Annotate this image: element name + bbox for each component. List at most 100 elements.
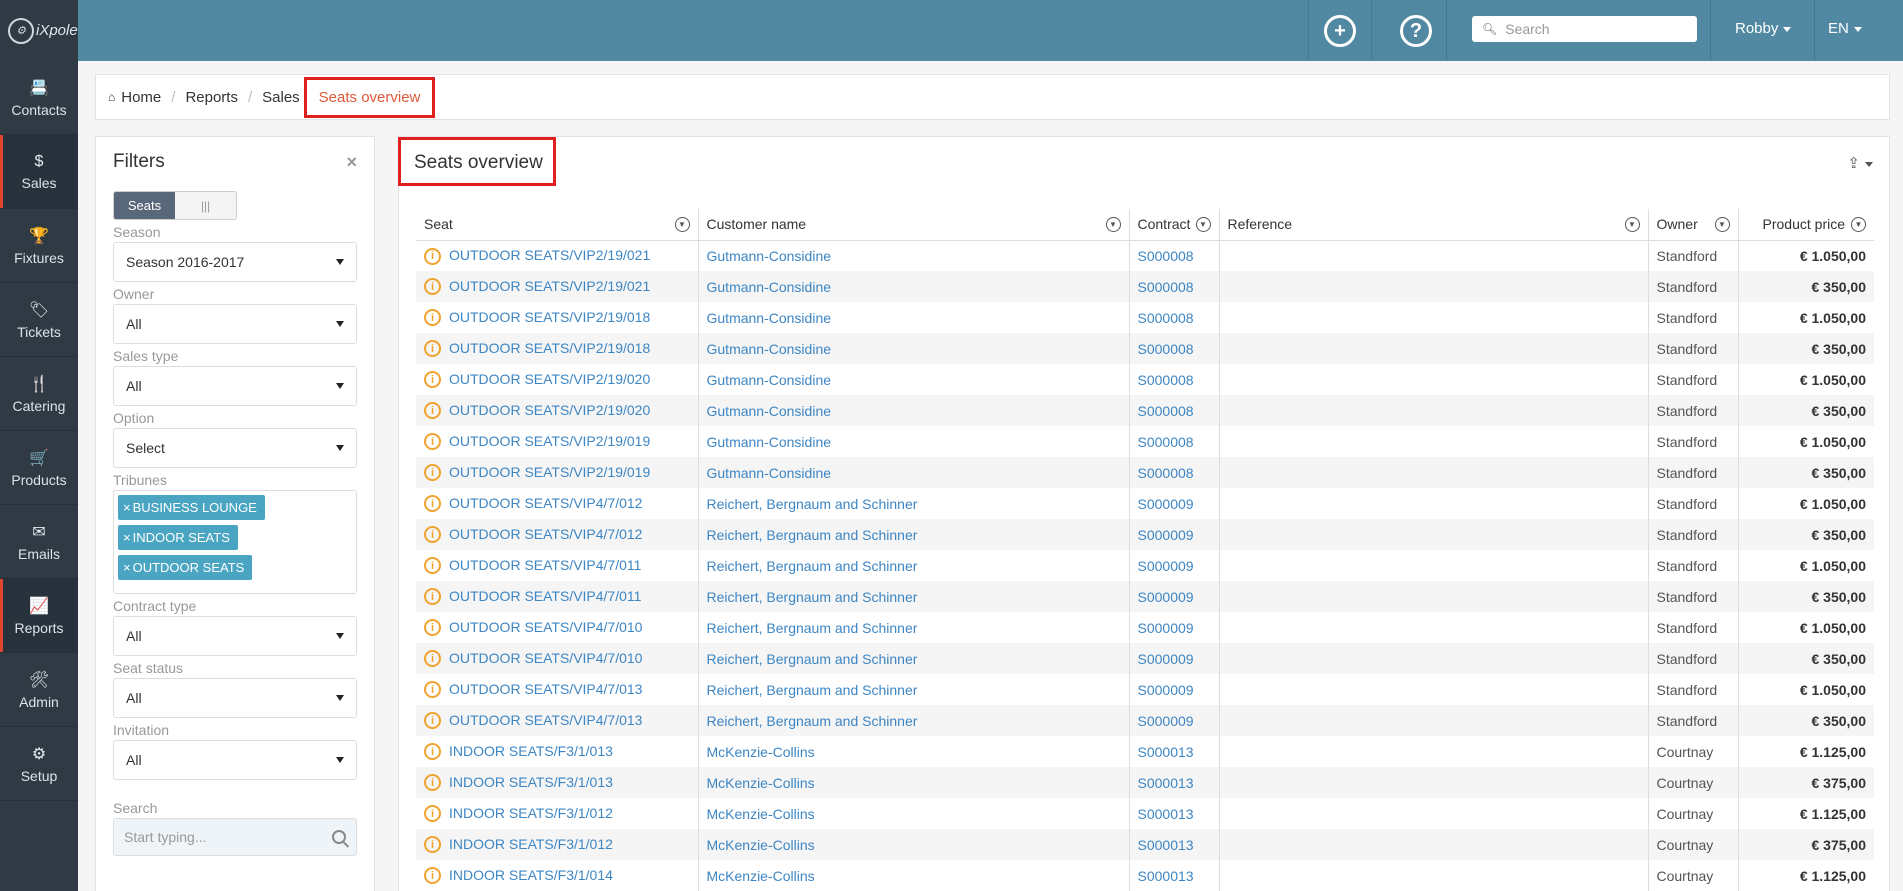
filter-icon[interactable]: ▼ [1624,216,1640,232]
seat-link[interactable]: INDOOR SEATS/F3/1/013 [449,743,613,759]
contract-link[interactable]: S000013 [1138,868,1194,884]
info-icon[interactable]: i [424,495,441,513]
contract-link[interactable]: S000009 [1138,589,1194,605]
contract-link[interactable]: S000013 [1138,806,1194,822]
info-icon[interactable]: i [424,557,441,575]
sidebar-item-emails[interactable]: ✉ Emails [0,505,78,579]
customer-link[interactable]: Reichert, Bergnaum and Schinner [707,527,918,543]
seat-link[interactable]: OUTDOOR SEATS/VIP2/19/018 [449,340,650,356]
contract-link[interactable]: S000008 [1138,403,1194,419]
contract-link[interactable]: S000008 [1138,279,1194,295]
customer-link[interactable]: McKenzie-Collins [707,744,815,760]
table-row[interactable]: i OUTDOOR SEATS/VIP2/19/019 Gutmann-Consid… [416,457,1874,488]
info-icon[interactable]: i [424,836,441,854]
info-icon[interactable]: i [424,650,441,668]
table-row[interactable]: i INDOOR SEATS/F3/1/013 McKenzie-Collins S0… [416,767,1874,798]
export-menu[interactable]: ⇪ [1847,154,1873,172]
filter-search-input[interactable] [124,829,324,845]
breadcrumb-reports[interactable]: Reports [185,89,238,106]
sidebar-item-tickets[interactable]: 🏷 Tickets [0,283,78,357]
table-row[interactable]: i INDOOR SEATS/F3/1/013 McKenzie-Collins S0… [416,736,1874,767]
sidebar-item-fixtures[interactable]: 🏆 Fixtures [0,209,78,283]
tribunes-multiselect[interactable]: × BUSINESS LOUNGE × INDOOR SEATS × OUTDOOR … [113,490,357,594]
customer-link[interactable]: Gutmann-Considine [707,465,832,481]
customer-link[interactable]: McKenzie-Collins [707,837,815,853]
seat-link[interactable]: INDOOR SEATS/F3/1/012 [449,805,613,821]
global-search[interactable]: 🔍︎ [1472,16,1697,42]
seat-link[interactable]: OUTDOOR SEATS/VIP2/19/018 [449,309,650,325]
filter-icon[interactable]: ▼ [1714,216,1730,232]
toggle-seats[interactable]: Seats [114,192,175,219]
info-icon[interactable]: i [424,743,441,761]
customer-link[interactable]: Reichert, Bergnaum and Schinner [707,682,918,698]
logo[interactable]: ⚙ iXpole [0,0,78,61]
seat-status-select[interactable]: All [113,678,357,718]
sidebar-item-contacts[interactable]: 📇 Contacts [0,61,78,135]
table-row[interactable]: i OUTDOOR SEATS/VIP4/7/011 Reichert, Bergn… [416,550,1874,581]
contract-link[interactable]: S000009 [1138,682,1194,698]
info-icon[interactable]: i [424,867,441,885]
filter-icon[interactable]: ▼ [1851,216,1866,232]
seat-link[interactable]: OUTDOOR SEATS/VIP4/7/010 [449,650,642,666]
invitation-select[interactable]: All [113,740,357,780]
filter-icon[interactable]: ▼ [1195,216,1211,232]
contract-link[interactable]: S000013 [1138,775,1194,791]
season-select[interactable]: Season 2016-2017 [113,242,357,282]
table-row[interactable]: i OUTDOOR SEATS/VIP4/7/010 Reichert, Bergn… [416,643,1874,674]
contract-link[interactable]: S000008 [1138,434,1194,450]
seat-link[interactable]: INDOOR SEATS/F3/1/013 [449,774,613,790]
info-icon[interactable]: i [424,340,441,358]
seat-link[interactable]: OUTDOOR SEATS/VIP4/7/013 [449,681,642,697]
seat-link[interactable]: OUTDOOR SEATS/VIP4/7/012 [449,526,642,542]
help-icon[interactable]: ? [1400,15,1432,47]
info-icon[interactable]: i [424,309,441,327]
customer-link[interactable]: Gutmann-Considine [707,372,832,388]
info-icon[interactable]: i [424,402,441,420]
filter-icon[interactable]: ▼ [1105,216,1121,232]
info-icon[interactable]: i [424,805,441,823]
option-select[interactable]: Select [113,428,357,468]
seat-link[interactable]: OUTDOOR SEATS/VIP2/19/020 [449,371,650,387]
column-header-contract[interactable]: Contract ▼ [1128,209,1219,241]
remove-tag-icon[interactable]: × [123,500,131,515]
customer-link[interactable]: McKenzie-Collins [707,868,815,884]
sidebar-item-setup[interactable]: ⚙ Setup [0,727,78,801]
contract-link[interactable]: S000009 [1138,527,1194,543]
sidebar-item-sales[interactable]: $ Sales [0,135,78,209]
contract-link[interactable]: S000008 [1138,465,1194,481]
contract-link[interactable]: S000008 [1138,310,1194,326]
filter-icon[interactable]: ▼ [674,216,690,232]
sidebar-item-products[interactable]: 🛒 Products [0,431,78,505]
contract-link[interactable]: S000009 [1138,713,1194,729]
contract-link[interactable]: S000013 [1138,744,1194,760]
table-row[interactable]: i OUTDOOR SEATS/VIP2/19/018 Gutmann-Consid… [416,333,1874,364]
seat-link[interactable]: INDOOR SEATS/F3/1/014 [449,867,613,883]
customer-link[interactable]: Reichert, Bergnaum and Schinner [707,651,918,667]
contract-link[interactable]: S000009 [1138,558,1194,574]
table-row[interactable]: i INDOOR SEATS/F3/1/012 McKenzie-Collins S0… [416,829,1874,860]
customer-link[interactable]: Gutmann-Considine [707,341,832,357]
remove-tag-icon[interactable]: × [123,560,131,575]
table-row[interactable]: i INDOOR SEATS/F3/1/012 McKenzie-Collins S0… [416,798,1874,829]
filter-search[interactable] [113,818,357,856]
contract-link[interactable]: S000009 [1138,651,1194,667]
info-icon[interactable]: i [424,247,441,265]
info-icon[interactable]: i [424,712,441,730]
table-row[interactable]: i OUTDOOR SEATS/VIP4/7/012 Reichert, Bergn… [416,519,1874,550]
table-row[interactable]: i OUTDOOR SEATS/VIP2/19/021 Gutmann-Consid… [416,271,1874,302]
user-menu[interactable]: Robby [1735,20,1792,37]
customer-link[interactable]: Gutmann-Considine [707,279,832,295]
customer-link[interactable]: Gutmann-Considine [707,248,832,264]
seat-link[interactable]: OUTDOOR SEATS/VIP2/19/019 [449,464,650,480]
customer-link[interactable]: McKenzie-Collins [707,775,815,791]
customer-link[interactable]: Gutmann-Considine [707,434,832,450]
info-icon[interactable]: i [424,526,441,544]
contract-link[interactable]: S000008 [1138,341,1194,357]
info-icon[interactable]: i [424,278,441,296]
customer-link[interactable]: Gutmann-Considine [707,310,832,326]
table-row[interactable]: i OUTDOOR SEATS/VIP4/7/013 Reichert, Bergn… [416,674,1874,705]
contract-type-select[interactable]: All [113,616,357,656]
sidebar-item-catering[interactable]: 🍴 Catering [0,357,78,431]
customer-link[interactable]: McKenzie-Collins [707,806,815,822]
table-row[interactable]: i OUTDOOR SEATS/VIP4/7/012 Reichert, Bergn… [416,488,1874,519]
